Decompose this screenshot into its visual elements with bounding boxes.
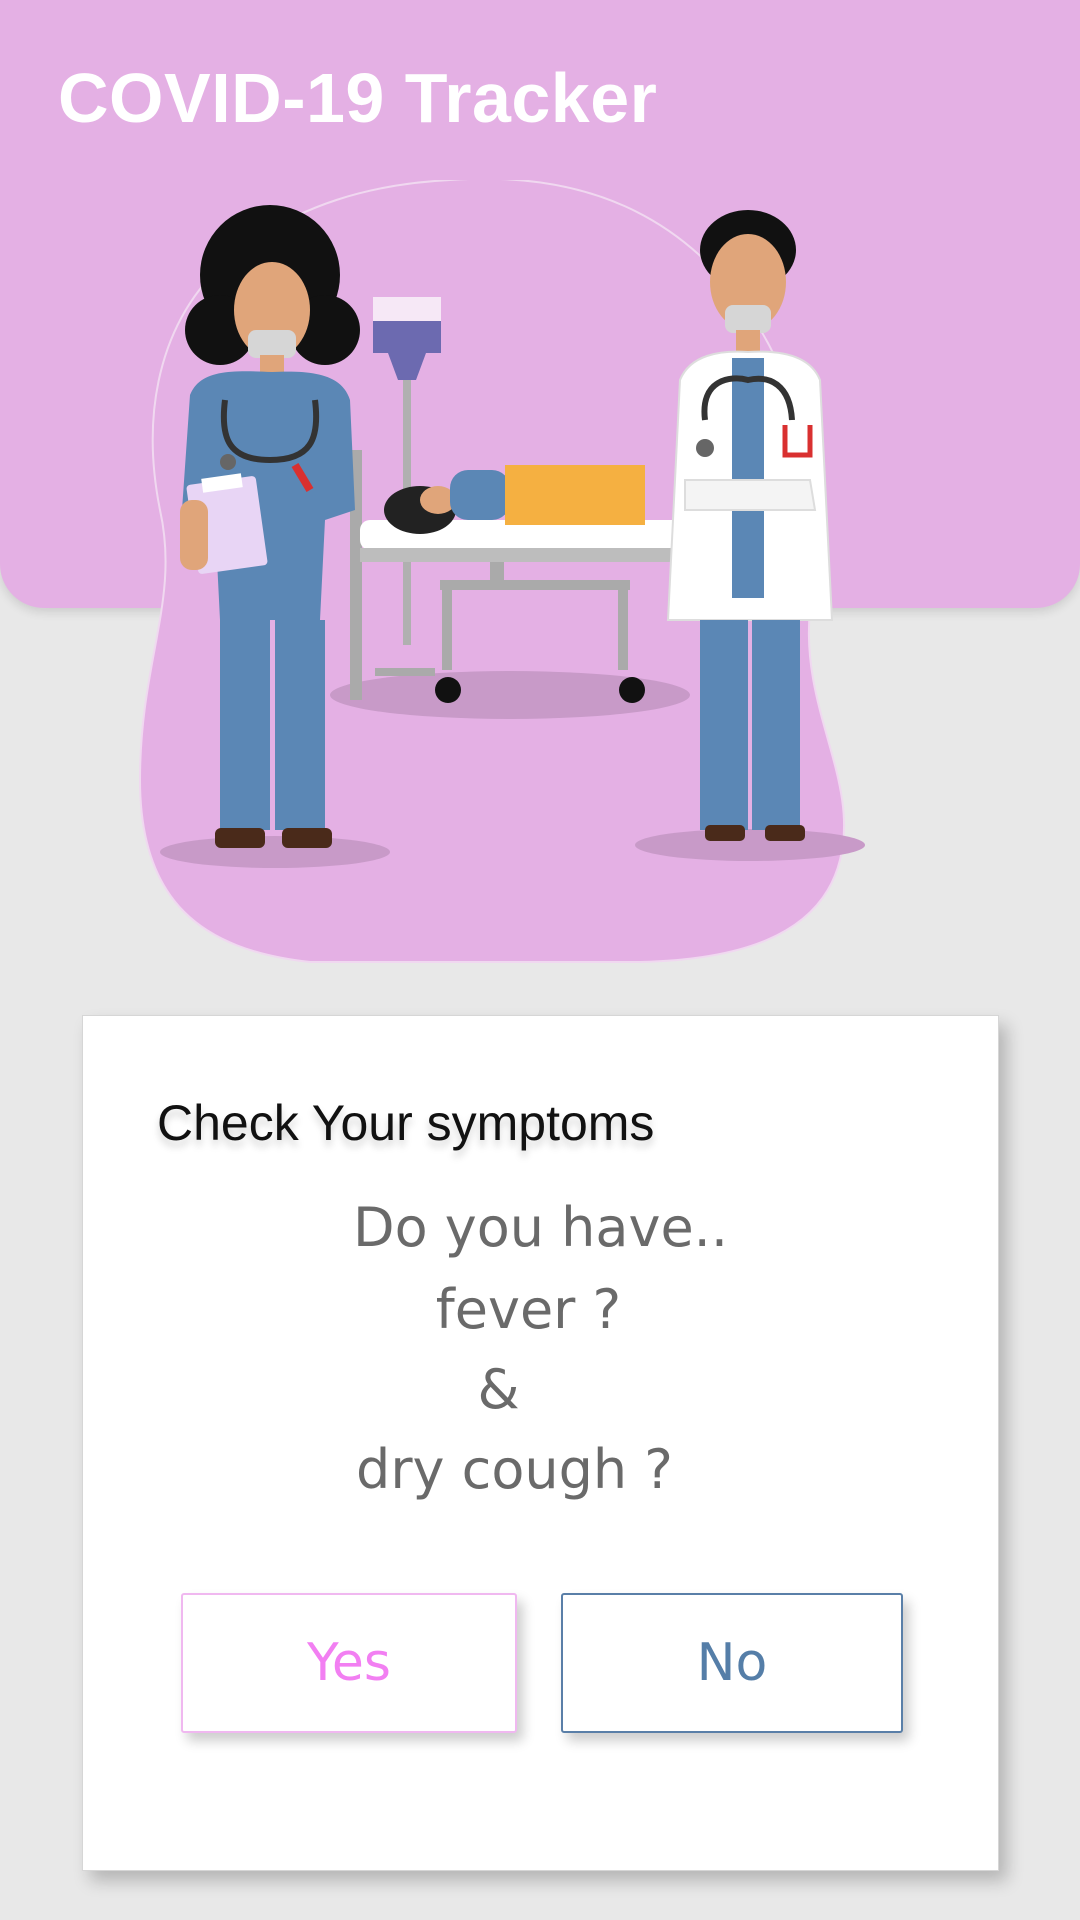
card-title: Check Your symptoms [157, 1095, 655, 1151]
no-button[interactable]: No [561, 1593, 903, 1733]
symptom-check-card: Check Your symptoms Do you have.. fever … [82, 1015, 999, 1871]
question-line-3: & [477, 1358, 520, 1421]
shadow-right [635, 829, 865, 861]
question-line-4: dry cough ? [356, 1438, 673, 1501]
app-title: COVID-19 Tracker [58, 59, 658, 137]
question-line-1: Do you have.. [353, 1196, 728, 1259]
yes-button[interactable]: Yes [181, 1593, 517, 1733]
question-line-2: fever ? [435, 1278, 622, 1341]
doctors-patient-illustration [138, 180, 865, 963]
shadow-left [160, 836, 390, 868]
